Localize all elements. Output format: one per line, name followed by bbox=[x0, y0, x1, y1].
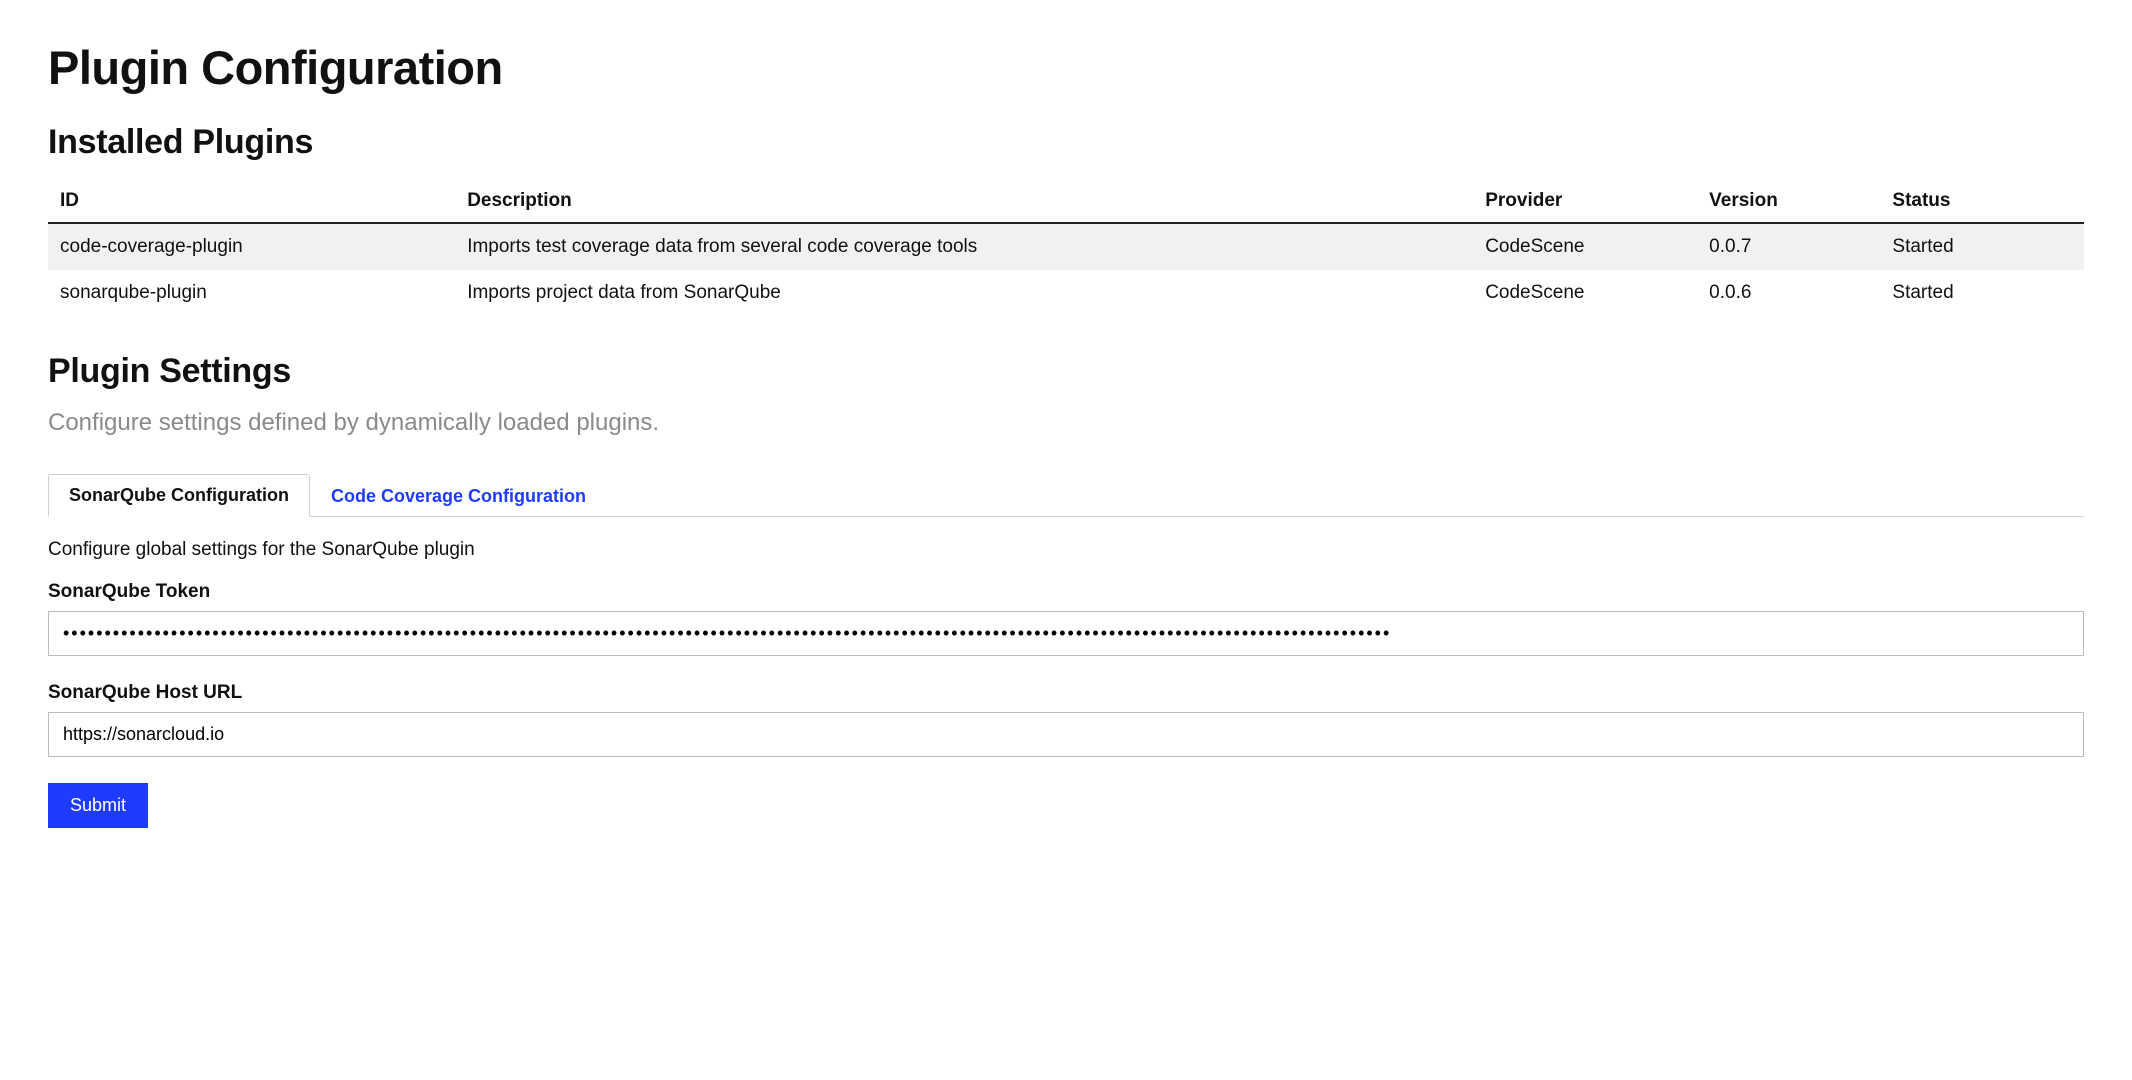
settings-tabs: SonarQube Configuration Code Coverage Co… bbox=[48, 473, 2084, 517]
tab-panel-description: Configure global settings for the SonarQ… bbox=[48, 539, 2084, 561]
cell-id: code-coverage-plugin bbox=[48, 223, 455, 270]
cell-provider: CodeScene bbox=[1473, 223, 1697, 270]
table-row: code-coverage-plugin Imports test covera… bbox=[48, 223, 2084, 270]
col-header-provider: Provider bbox=[1473, 180, 1697, 223]
cell-version: 0.0.7 bbox=[1697, 223, 1880, 270]
cell-id: sonarqube-plugin bbox=[48, 270, 455, 316]
plugin-settings-section: Plugin Settings Configure settings defin… bbox=[48, 352, 2084, 828]
input-sonarqube-token[interactable] bbox=[48, 611, 2084, 656]
plugin-settings-heading: Plugin Settings bbox=[48, 352, 2084, 391]
submit-button[interactable]: Submit bbox=[48, 783, 148, 828]
col-header-id: ID bbox=[48, 180, 455, 223]
cell-provider: CodeScene bbox=[1473, 270, 1697, 316]
form-group-sonarqube-host-url: SonarQube Host URL bbox=[48, 682, 2084, 757]
label-sonarqube-host-url: SonarQube Host URL bbox=[48, 682, 2084, 704]
cell-version: 0.0.6 bbox=[1697, 270, 1880, 316]
page-title: Plugin Configuration bbox=[48, 40, 2084, 95]
cell-description: Imports test coverage data from several … bbox=[455, 223, 1473, 270]
plugin-settings-description: Configure settings defined by dynamicall… bbox=[48, 409, 2084, 437]
cell-description: Imports project data from SonarQube bbox=[455, 270, 1473, 316]
table-row: sonarqube-plugin Imports project data fr… bbox=[48, 270, 2084, 316]
installed-plugins-table: ID Description Provider Version Status c… bbox=[48, 180, 2084, 316]
cell-status: Started bbox=[1880, 270, 2084, 316]
col-header-description: Description bbox=[455, 180, 1473, 223]
tab-sonarqube-configuration[interactable]: SonarQube Configuration bbox=[48, 474, 310, 517]
col-header-version: Version bbox=[1697, 180, 1880, 223]
input-sonarqube-host-url[interactable] bbox=[48, 712, 2084, 757]
tab-code-coverage-configuration[interactable]: Code Coverage Configuration bbox=[310, 475, 607, 517]
installed-plugins-section: Installed Plugins ID Description Provide… bbox=[48, 123, 2084, 316]
form-group-sonarqube-token: SonarQube Token bbox=[48, 581, 2084, 656]
cell-status: Started bbox=[1880, 223, 2084, 270]
col-header-status: Status bbox=[1880, 180, 2084, 223]
label-sonarqube-token: SonarQube Token bbox=[48, 581, 2084, 603]
installed-plugins-heading: Installed Plugins bbox=[48, 123, 2084, 162]
